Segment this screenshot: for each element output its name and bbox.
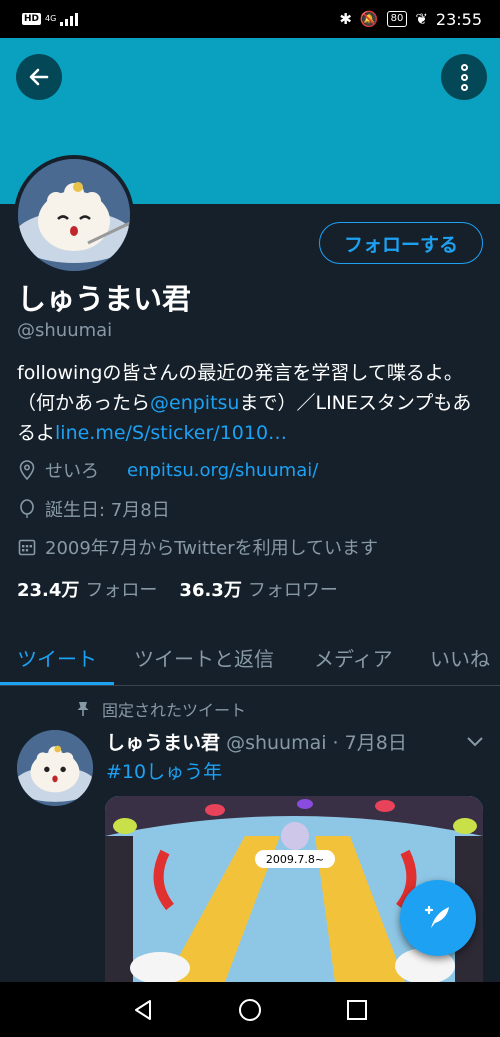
tweet-avatar[interactable] xyxy=(17,730,93,806)
status-left: HD 4G xyxy=(22,12,79,26)
image-caption: 2009.7.8~ xyxy=(266,853,324,866)
location-pin-icon xyxy=(17,460,37,480)
compose-tweet-button[interactable] xyxy=(400,880,476,956)
leaf-icon: ❦ xyxy=(415,10,428,28)
nav-back-icon[interactable] xyxy=(131,998,155,1022)
tweet-header: しゅうまい君 @shuumai · 7月8日 xyxy=(106,728,407,755)
website-link[interactable]: enpitsu.org/shuumai/ xyxy=(127,460,318,481)
followers-stat[interactable]: 36.3万 フォロワー xyxy=(179,576,337,602)
tweet-menu-button[interactable] xyxy=(466,732,484,751)
mute-icon: 🔕 xyxy=(359,10,379,28)
handle: @shuumai xyxy=(17,320,113,341)
location-text: せいろ xyxy=(45,461,99,482)
battery-icon: 80 xyxy=(386,11,408,27)
bio-url-link[interactable]: line.me/S/sticker/1010… xyxy=(55,422,287,444)
nav-recents-icon[interactable] xyxy=(345,998,369,1022)
system-nav-bar xyxy=(0,982,500,1037)
hd-indicator: HD xyxy=(22,13,42,25)
status-bar: HD 4G ✱ 🔕 80 ❦ 23:55 xyxy=(0,0,500,38)
pinned-label-row: 固定されたツイート xyxy=(76,697,246,721)
shumai-character-image xyxy=(18,159,130,271)
joined-row: 2009年7月からTwitterを利用しています xyxy=(17,534,378,560)
followers-count: 36.3万 xyxy=(179,580,242,601)
follow-stats: 23.4万 フォロー 36.3万 フォロワー xyxy=(17,576,338,602)
back-arrow-icon xyxy=(29,68,49,86)
bio: followingの皆さんの最近の発言を学習して喋るよ。（何かあったら@enpi… xyxy=(17,358,483,448)
balloon-icon xyxy=(17,499,37,519)
more-vert-icon xyxy=(460,63,468,91)
pin-icon xyxy=(77,702,89,716)
network-type: 4G xyxy=(45,14,57,23)
following-count: 23.4万 xyxy=(17,580,80,601)
profile-avatar[interactable] xyxy=(14,155,134,275)
following-label: フォロー xyxy=(85,580,158,601)
tab-tweets[interactable]: ツイート xyxy=(0,630,114,685)
tab-tweets-replies[interactable]: ツイートと返信 xyxy=(134,630,274,684)
followers-label: フォロワー xyxy=(247,580,338,601)
birthday-text: 誕生日: 7月8日 xyxy=(45,500,170,521)
clock: 23:55 xyxy=(435,9,482,29)
tweet-author-name: しゅうまい君 xyxy=(106,732,221,754)
compose-tweet-icon xyxy=(424,905,449,928)
tweet-handle-time: @shuumai · 7月8日 xyxy=(226,732,407,754)
shumai-character-image xyxy=(17,730,93,806)
display-name: しゅうまい君 xyxy=(17,282,192,316)
signal-icon xyxy=(60,12,79,26)
bluetooth-icon: ✱ xyxy=(339,10,352,28)
profile-tabs: ツイート ツイートと返信 メディア いいね xyxy=(0,630,500,686)
birthday-row: 誕生日: 7月8日 xyxy=(17,496,170,522)
back-button[interactable] xyxy=(16,54,62,100)
joined-text: 2009年7月からTwitterを利用しています xyxy=(45,538,379,559)
follow-button[interactable]: フォローする xyxy=(319,222,483,264)
following-stat[interactable]: 23.4万 フォロー xyxy=(17,576,157,602)
tab-media[interactable]: メディア xyxy=(314,630,393,684)
nav-home-icon[interactable] xyxy=(237,997,263,1023)
pinned-label: 固定されたツイート xyxy=(102,701,247,720)
status-right: ✱ 🔕 80 ❦ 23:55 xyxy=(339,10,482,29)
tab-likes[interactable]: いいね xyxy=(430,630,490,684)
chevron-down-icon xyxy=(467,737,483,747)
location-row: せいろ enpitsu.org/shuumai/ xyxy=(17,457,318,483)
more-options-button[interactable] xyxy=(441,54,487,100)
bio-mention-link[interactable]: @enpitsu xyxy=(150,392,239,414)
tweet-hashtag[interactable]: #10しゅう年 xyxy=(106,757,222,784)
calendar-icon xyxy=(17,537,37,557)
